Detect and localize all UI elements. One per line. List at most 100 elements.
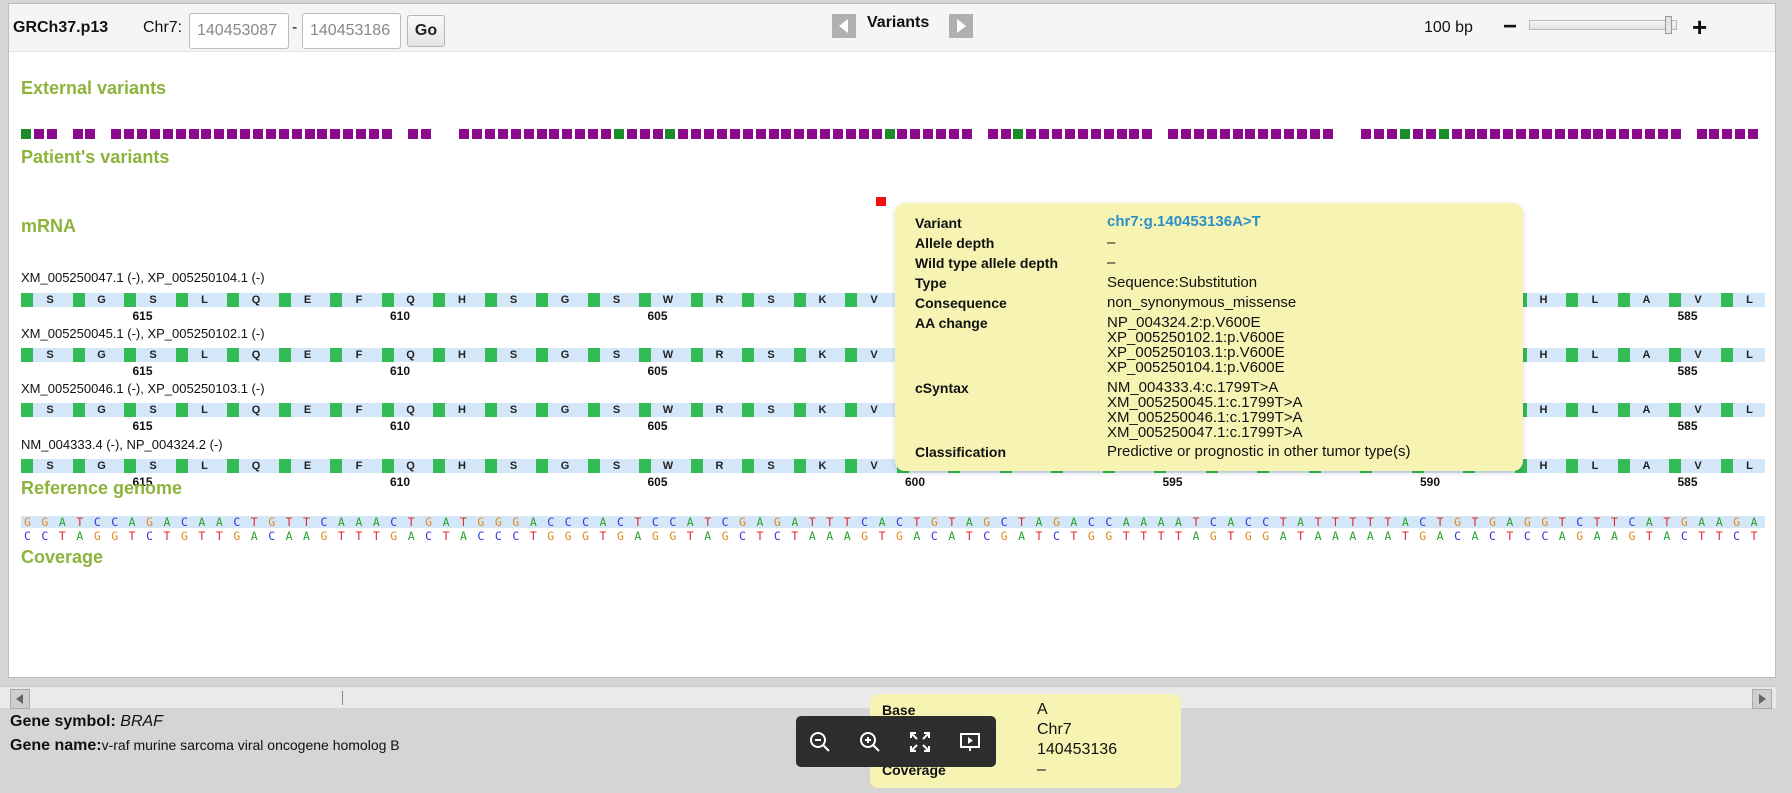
nucleotide[interactable]: A bbox=[841, 530, 854, 542]
nucleotide[interactable]: C bbox=[1538, 530, 1551, 542]
nucleotide[interactable]: T bbox=[806, 516, 819, 528]
external-variant-marker[interactable] bbox=[523, 129, 534, 139]
nucleotide[interactable]: A bbox=[823, 530, 836, 542]
external-variant-marker[interactable] bbox=[291, 129, 302, 139]
nucleotide[interactable]: A bbox=[300, 530, 313, 542]
external-variant-marker[interactable] bbox=[1670, 129, 1681, 139]
external-variant-marker[interactable] bbox=[485, 129, 495, 139]
scroll-right-button[interactable] bbox=[1752, 689, 1772, 709]
nucleotide[interactable]: C bbox=[265, 530, 278, 542]
nucleotide[interactable]: A bbox=[73, 530, 86, 542]
nucleotide[interactable]: T bbox=[300, 516, 313, 528]
external-variant-marker[interactable] bbox=[1142, 129, 1153, 139]
scroll-left-button[interactable] bbox=[10, 689, 30, 709]
nucleotide[interactable]: C bbox=[387, 516, 400, 528]
external-variant-marker[interactable] bbox=[1168, 129, 1179, 139]
nucleotide[interactable]: A bbox=[161, 516, 174, 528]
external-variant-marker[interactable] bbox=[278, 129, 289, 139]
external-variant-marker[interactable] bbox=[1464, 129, 1475, 139]
nucleotide[interactable]: G bbox=[422, 516, 435, 528]
external-variant-marker[interactable] bbox=[381, 129, 392, 139]
nucleotide[interactable]: C bbox=[980, 530, 993, 542]
nucleotide[interactable]: G bbox=[1207, 530, 1220, 542]
external-variant-marker[interactable] bbox=[1645, 129, 1655, 139]
external-variant-marker[interactable] bbox=[253, 129, 263, 139]
external-variant-marker[interactable] bbox=[1129, 129, 1140, 139]
nucleotide[interactable]: T bbox=[841, 516, 854, 528]
nucleotide[interactable]: C bbox=[230, 516, 243, 528]
nucleotide[interactable]: G bbox=[492, 516, 505, 528]
nucleotide[interactable]: G bbox=[1085, 530, 1098, 542]
zoom-in-button[interactable]: + bbox=[1692, 12, 1707, 43]
nucleotide[interactable]: A bbox=[945, 530, 958, 542]
external-variant-marker[interactable] bbox=[936, 129, 947, 139]
external-variant-marker[interactable] bbox=[1554, 129, 1565, 139]
external-variant-marker[interactable] bbox=[1490, 129, 1501, 139]
nucleotide[interactable]: C bbox=[178, 516, 191, 528]
external-variant-marker[interactable] bbox=[1580, 129, 1591, 139]
nucleotide[interactable]: A bbox=[1713, 516, 1726, 528]
nucleotide[interactable]: A bbox=[684, 516, 697, 528]
nucleotide[interactable]: C bbox=[1050, 530, 1063, 542]
nucleotide[interactable]: T bbox=[1748, 530, 1761, 542]
nucleotide[interactable]: T bbox=[1643, 530, 1656, 542]
nucleotide[interactable]: G bbox=[1102, 530, 1115, 542]
external-variant-marker[interactable] bbox=[549, 129, 560, 139]
nucleotide[interactable]: G bbox=[91, 530, 104, 542]
nucleotide[interactable]: G bbox=[1521, 516, 1534, 528]
nucleotide[interactable]: A bbox=[1137, 516, 1150, 528]
external-variant-marker[interactable] bbox=[188, 129, 199, 139]
nucleotide[interactable]: A bbox=[1503, 516, 1516, 528]
external-variant-marker[interactable] bbox=[1000, 129, 1011, 139]
nucleotide[interactable]: C bbox=[928, 530, 941, 542]
external-variant-marker[interactable] bbox=[1748, 129, 1759, 139]
external-variant-marker[interactable] bbox=[845, 129, 856, 139]
external-variant-marker[interactable] bbox=[833, 129, 843, 139]
nucleotide[interactable]: G bbox=[38, 516, 51, 528]
nucleotide[interactable]: A bbox=[1469, 530, 1482, 542]
nucleotide[interactable]: C bbox=[1521, 530, 1534, 542]
nucleotide[interactable]: T bbox=[1224, 530, 1237, 542]
external-variant-marker[interactable] bbox=[1052, 129, 1063, 139]
nucleotide[interactable]: A bbox=[1190, 530, 1203, 542]
nucleotide[interactable]: T bbox=[73, 516, 86, 528]
external-variant-marker[interactable] bbox=[1116, 129, 1127, 139]
zoom-out-button[interactable]: − bbox=[1503, 13, 1517, 41]
external-variant-marker[interactable] bbox=[201, 129, 212, 139]
nucleotide[interactable]: G bbox=[1259, 530, 1272, 542]
external-variant-marker[interactable] bbox=[356, 129, 367, 139]
external-variant-marker[interactable] bbox=[1258, 129, 1269, 139]
external-variant-marker[interactable] bbox=[510, 129, 521, 139]
nucleotide[interactable]: T bbox=[1172, 530, 1185, 542]
nucleotide[interactable]: C bbox=[474, 530, 487, 542]
external-variant-marker[interactable] bbox=[1451, 129, 1462, 139]
external-variant-marker[interactable] bbox=[1400, 129, 1411, 139]
scroll-thumb[interactable] bbox=[342, 691, 356, 705]
nucleotide[interactable]: A bbox=[283, 530, 296, 542]
nucleotide[interactable]: G bbox=[143, 516, 156, 528]
external-variant-marker[interactable] bbox=[1529, 129, 1539, 139]
nucleotide[interactable]: G bbox=[318, 530, 331, 542]
nucleotide[interactable]: A bbox=[457, 530, 470, 542]
nucleotide[interactable]: C bbox=[893, 516, 906, 528]
nucleotide[interactable]: A bbox=[806, 530, 819, 542]
external-variant-marker[interactable] bbox=[601, 129, 611, 139]
external-variant-marker[interactable] bbox=[1193, 129, 1204, 139]
nucleotide[interactable]: C bbox=[318, 516, 331, 528]
external-variant-marker[interactable] bbox=[1619, 129, 1630, 139]
nucleotide[interactable]: A bbox=[1015, 530, 1028, 542]
nucleotide[interactable]: T bbox=[370, 530, 383, 542]
zoom-out-icon[interactable] bbox=[808, 730, 832, 754]
zoom-slider[interactable] bbox=[1529, 20, 1677, 30]
external-variant-marker[interactable] bbox=[536, 129, 547, 139]
nucleotide[interactable]: T bbox=[945, 516, 958, 528]
external-variant-marker[interactable] bbox=[85, 129, 96, 139]
external-variant-marker[interactable] bbox=[1284, 129, 1295, 139]
external-variant-marker[interactable] bbox=[1657, 129, 1668, 139]
nucleotide[interactable]: G bbox=[1451, 516, 1464, 528]
nucleotide[interactable]: T bbox=[195, 530, 208, 542]
nucleotide[interactable]: T bbox=[631, 516, 644, 528]
nucleotide[interactable]: A bbox=[1329, 530, 1342, 542]
nucleotide[interactable]: A bbox=[335, 516, 348, 528]
nucleotide[interactable]: A bbox=[754, 516, 767, 528]
